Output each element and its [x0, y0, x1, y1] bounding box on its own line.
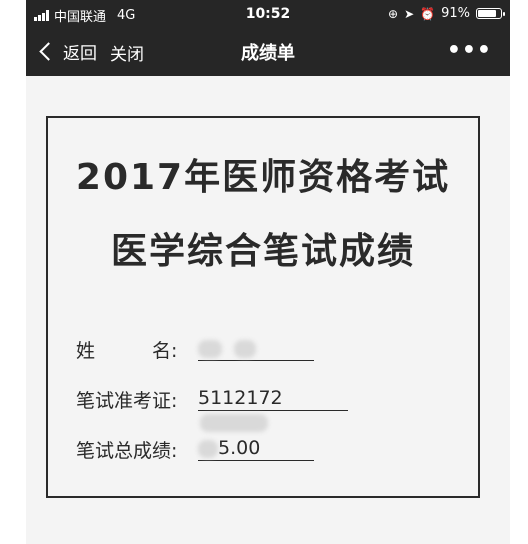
- redacted-name-2: [234, 339, 257, 358]
- redacted-ticket: [200, 413, 268, 432]
- redacted-name-1: [198, 339, 222, 358]
- more-menu-button[interactable]: •••: [447, 38, 492, 63]
- alarm-icon: ⏰: [420, 6, 436, 21]
- battery-percent: 91%: [441, 6, 470, 21]
- page-title: 成绩单: [241, 43, 295, 64]
- rotation-lock-icon: ⊕: [388, 6, 399, 21]
- certificate-title: 2017年医师资格考试: [75, 157, 451, 198]
- ticket-number: 5112172: [198, 387, 283, 409]
- nav-bar: 返回 关闭 成绩单 •••: [26, 28, 510, 76]
- redacted-score: [198, 439, 218, 458]
- score-label: 笔试总成绩:: [76, 440, 178, 462]
- name-label: 姓 名:: [76, 340, 178, 362]
- status-right: ⊕ ➤ ⏰ 91%: [388, 6, 505, 21]
- location-icon: ➤: [404, 6, 415, 21]
- score-number: 5.00: [218, 437, 261, 459]
- battery-icon: [476, 8, 505, 19]
- ticket-value: 5112172: [198, 386, 348, 432]
- phone-screen: 中国联通 4G 10:52 ⊕ ➤ ⏰ 91% 返回 关闭 成绩单 ••• 20…: [0, 0, 528, 544]
- name-value: [198, 336, 314, 361]
- score-value: 5.00: [198, 436, 314, 461]
- ticket-label: 笔试准考证:: [76, 390, 178, 412]
- certificate-subtitle: 医学综合笔试成绩: [110, 231, 415, 272]
- score-certificate: 2017年医师资格考试 医学综合笔试成绩 姓 名: 笔试准考证: 5112172…: [46, 116, 480, 498]
- battery-fill: [478, 10, 497, 17]
- status-bar: 中国联通 4G 10:52 ⊕ ➤ ⏰ 91%: [26, 0, 510, 28]
- content-area: 2017年医师资格考试 医学综合笔试成绩 姓 名: 笔试准考证: 5112172…: [26, 76, 510, 544]
